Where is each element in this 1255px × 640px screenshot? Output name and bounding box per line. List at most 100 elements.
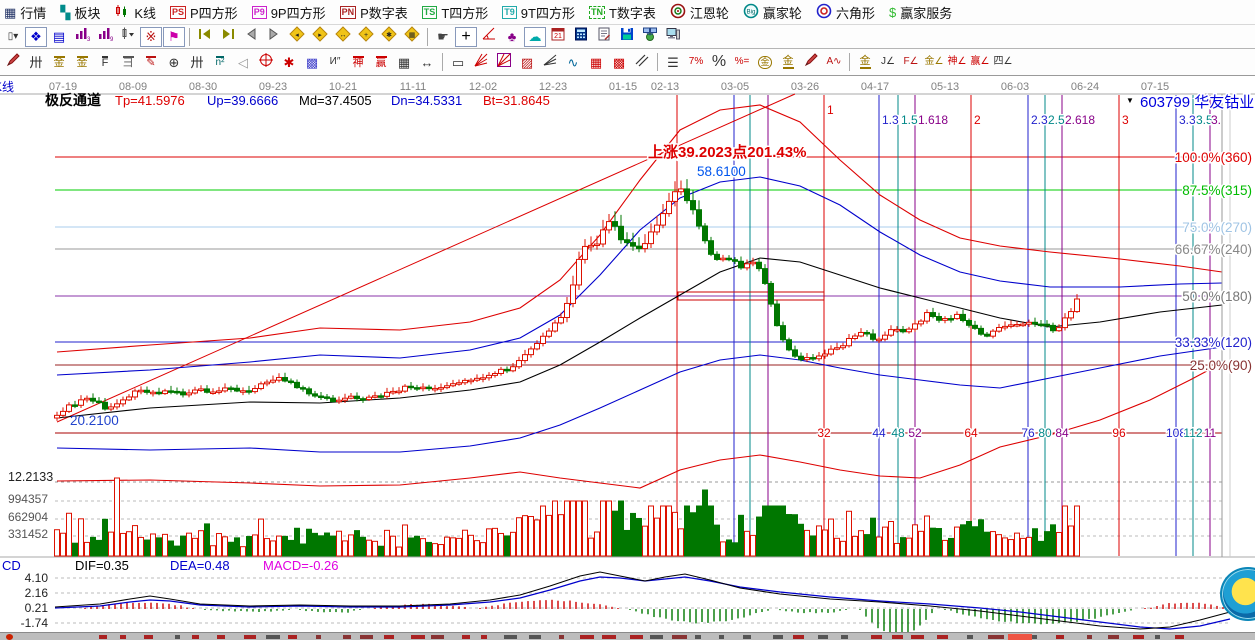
candle [631,243,636,247]
grid-red-box-tool[interactable]: ▩ [608,52,630,72]
e-grid-tool[interactable]: 彐 [117,52,139,72]
ruler-hatch-tool-2[interactable]: 卅 [186,52,208,72]
candle [517,361,522,367]
menu-9p-square[interactable]: P99P四方形 [252,3,326,22]
rect-tool[interactable]: ▭ [447,52,469,72]
candle [577,259,582,285]
period-dropdown[interactable]: ▯▾ [2,27,24,47]
menu-t-square[interactable]: TST四方形 [422,3,488,22]
box-fan-tool[interactable]: ▨ [516,52,538,72]
ying-grid-tool[interactable]: 赢 [370,52,392,72]
percent-tool[interactable]: % [708,52,730,72]
info-list-tool[interactable]: ▤ [48,27,70,47]
grid-blue-tool[interactable]: ▩ [301,52,323,72]
hand-tool[interactable]: ☛ [432,27,454,47]
candle [1003,326,1008,328]
nav-next-button[interactable] [263,27,285,47]
diamond-left-tool[interactable]: ◂ [286,27,308,47]
menu-9t-square[interactable]: T99T四方形 [502,3,575,22]
candle [871,334,876,339]
shen-grid-tool[interactable]: 神 [347,52,369,72]
menu-gann-wheel[interactable]: 江恩轮 [670,3,729,22]
si-angle-tool[interactable]: 四∠ [992,52,1014,72]
wave-a-tool[interactable]: A∿ [823,52,845,72]
crosshair-tool[interactable]: + [455,27,477,47]
gann-ratio-label: 2.5 [1048,113,1065,127]
gann-tree-tool[interactable]: ♣ [501,27,523,47]
menu-quotes[interactable]: ▦行情 [4,3,46,22]
pct-7-tool[interactable]: 7% [685,52,707,72]
gold-lines-tool[interactable]: 金 [777,52,799,72]
gold-circle-tool[interactable]: 金 [754,52,776,72]
pattern-red-tool[interactable]: ※ [140,27,162,47]
angle-fan-tool[interactable] [539,52,561,72]
gann-ratio-label: 3 [1122,113,1129,127]
menu-winner-wheel[interactable]: Big赢家轮 [743,3,802,22]
zigzag-tool[interactable]: ∿ [562,52,584,72]
angle-measure-tool[interactable] [478,27,500,47]
grid-red-tool[interactable]: ▦ [585,52,607,72]
candle-style-dropdown[interactable] [117,27,139,47]
pattern-search-tool[interactable]: ❖ [25,27,47,47]
notepad-tool[interactable] [593,27,615,47]
ying-angle-tool[interactable]: 赢∠ [969,52,991,72]
bars-9-tool[interactable]: 9 [94,27,116,47]
volume-profile-tool[interactable]: ⚑ [163,27,185,47]
diamond-cross-tool[interactable]: + [355,27,377,47]
network-tool[interactable] [639,27,661,47]
ruler-hatch-tool[interactable]: 卅 [25,52,47,72]
tick-arrow-tool[interactable]: ↔ [416,52,438,72]
menu-sectors[interactable]: ▚板块 [60,3,100,22]
nav-prev-button[interactable] [240,27,262,47]
gold-angle-tool[interactable]: 金∠ [923,52,945,72]
kline-mark-tool[interactable]: И″ [324,52,346,72]
n2-grid-tool[interactable]: n² [209,52,231,72]
macd-value-label: MACD=-0.26 [263,558,339,573]
volume-bar [847,511,852,556]
fan-box-tool[interactable] [493,52,515,72]
wave-brain-tool[interactable]: ☁ [524,27,546,47]
bars-3-tool[interactable]: 3 [71,27,93,47]
calendar-tool[interactable]: 21 [547,27,569,47]
volume-bar [763,506,768,556]
menu-winner-service[interactable]: $赢家服务 [889,3,952,22]
parallel-lines-tool[interactable] [631,52,653,72]
mirror-flag-tool[interactable]: ◁ [232,52,254,72]
nav-first-button[interactable] [194,27,216,47]
pencil-ruler-tool[interactable]: ✎ [140,52,162,72]
save-tool[interactable] [616,27,638,47]
paint-tool[interactable] [2,52,24,72]
grid-123-tool[interactable]: ▦ [393,52,415,72]
f-angle-tool[interactable]: F∠ [900,52,922,72]
calculator-tool[interactable] [570,27,592,47]
gann-fan-tool[interactable] [470,52,492,72]
nav-last-button[interactable] [217,27,239,47]
circle-ruler-tool[interactable]: ⊕ [163,52,185,72]
kline-chart-area[interactable]: 07-1908-0908-3009-2310-2111-1112-0212-23… [0,76,1255,632]
diamond-right-tool[interactable]: ▸ [309,27,331,47]
percent-lines-tool[interactable]: %= [731,52,753,72]
ladder-scale-tool[interactable]: ☰ [662,52,684,72]
diamond-hmove-tool[interactable]: ↔ [332,27,354,47]
gold-grid-tool-2[interactable]: 金 [71,52,93,72]
pencil-flag-tool[interactable] [800,52,822,72]
volume-bar [541,506,546,556]
menu-kline[interactable]: K线 [114,3,156,22]
shen-angle-tool[interactable]: 神∠ [946,52,968,72]
target-cross-tool[interactable] [255,52,277,72]
gold-underline-tool[interactable]: 金 [854,52,876,72]
diamond-grid-tool[interactable]: ▦ [401,27,423,47]
candle [133,391,138,397]
menu-p-table[interactable]: PNP数字表 [340,3,408,22]
f-grid-tool[interactable]: F [94,52,116,72]
gold-grid-tool-1[interactable]: 金 [48,52,70,72]
menu-hexagon[interactable]: 六角形 [816,3,875,22]
workstation-tool[interactable] [662,27,684,47]
diamond-star-tool[interactable]: ✱ [378,27,400,47]
menu-t-table[interactable]: TNT数字表 [589,3,656,22]
star-spiral-tool[interactable]: ✱ [278,52,300,72]
menu-p-square[interactable]: PSP四方形 [170,3,238,22]
j-angle-tool[interactable]: J∠ [877,52,899,72]
candle [523,355,528,361]
volume-bar [457,538,462,556]
